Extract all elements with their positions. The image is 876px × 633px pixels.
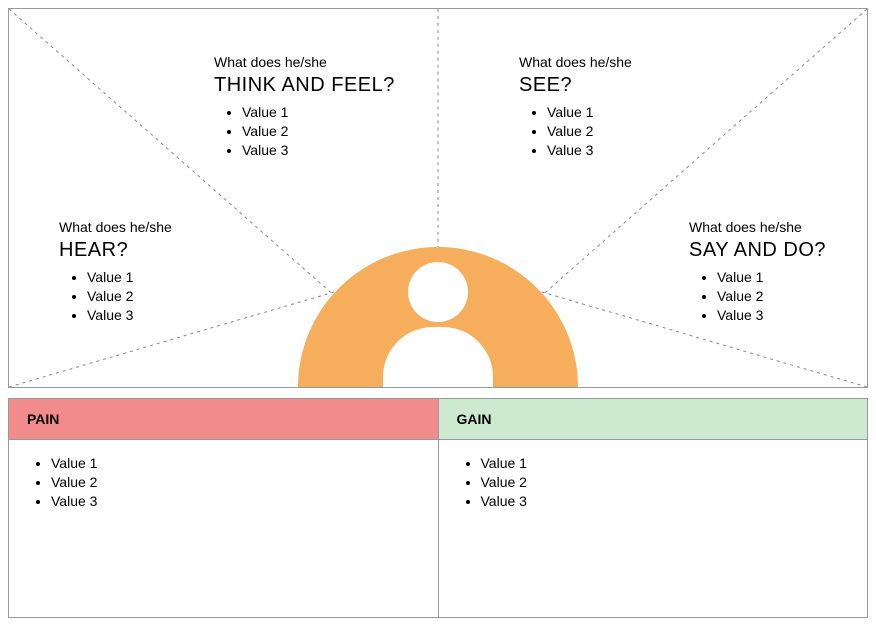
avatar-head-icon xyxy=(408,262,468,322)
list-item: Value 2 xyxy=(242,122,434,141)
list-item: Value 1 xyxy=(717,268,868,287)
list-item: Value 2 xyxy=(51,473,420,492)
list-item: Value 3 xyxy=(51,492,420,511)
list-item: Value 3 xyxy=(242,141,434,160)
segment-title: THINK AND FEEL? xyxy=(214,74,434,97)
segment-prompt: What does he/she xyxy=(689,219,868,235)
list-item: Value 1 xyxy=(51,454,420,473)
list-item: Value 2 xyxy=(717,287,868,306)
segment-values-list: Value 1 Value 2 Value 3 xyxy=(689,268,868,325)
list-item: Value 2 xyxy=(87,287,259,306)
segment-title: SEE? xyxy=(519,74,719,97)
segment-values-list: Value 1 Value 2 Value 3 xyxy=(214,103,434,160)
list-item: Value 1 xyxy=(481,454,850,473)
segment-prompt: What does he/she xyxy=(519,54,719,70)
list-item: Value 3 xyxy=(87,306,259,325)
segment-prompt: What does he/she xyxy=(214,54,434,70)
empathy-map-panel: What does he/she THINK AND FEEL? Value 1… xyxy=(8,8,868,388)
segment-say-and-do: What does he/she SAY AND DO? Value 1 Val… xyxy=(689,219,868,325)
list-item: Value 3 xyxy=(717,306,868,325)
segment-prompt: What does he/she xyxy=(59,219,259,235)
persona-avatar xyxy=(298,217,578,387)
gain-body: Value 1 Value 2 Value 3 xyxy=(439,440,868,617)
list-item: Value 1 xyxy=(242,103,434,122)
segment-think-and-feel: What does he/she THINK AND FEEL? Value 1… xyxy=(214,54,434,160)
list-item: Value 2 xyxy=(481,473,850,492)
pain-body: Value 1 Value 2 Value 3 xyxy=(9,440,438,617)
segment-title: SAY AND DO? xyxy=(689,239,868,262)
pain-gain-panel: PAIN Value 1 Value 2 Value 3 GAIN Value … xyxy=(8,398,868,618)
gain-values-list: Value 1 Value 2 Value 3 xyxy=(457,454,850,511)
segment-values-list: Value 1 Value 2 Value 3 xyxy=(519,103,719,160)
list-item: Value 1 xyxy=(87,268,259,287)
list-item: Value 3 xyxy=(547,141,719,160)
list-item: Value 1 xyxy=(547,103,719,122)
list-item: Value 3 xyxy=(481,492,850,511)
segment-values-list: Value 1 Value 2 Value 3 xyxy=(59,268,259,325)
pain-header: PAIN xyxy=(9,399,438,440)
list-item: Value 2 xyxy=(547,122,719,141)
gain-header: GAIN xyxy=(439,399,868,440)
segment-hear: What does he/she HEAR? Value 1 Value 2 V… xyxy=(59,219,259,325)
pain-column: PAIN Value 1 Value 2 Value 3 xyxy=(9,399,438,617)
gain-column: GAIN Value 1 Value 2 Value 3 xyxy=(438,399,868,617)
segment-title: HEAR? xyxy=(59,239,259,262)
segment-see: What does he/she SEE? Value 1 Value 2 Va… xyxy=(519,54,719,160)
pain-values-list: Value 1 Value 2 Value 3 xyxy=(27,454,420,511)
